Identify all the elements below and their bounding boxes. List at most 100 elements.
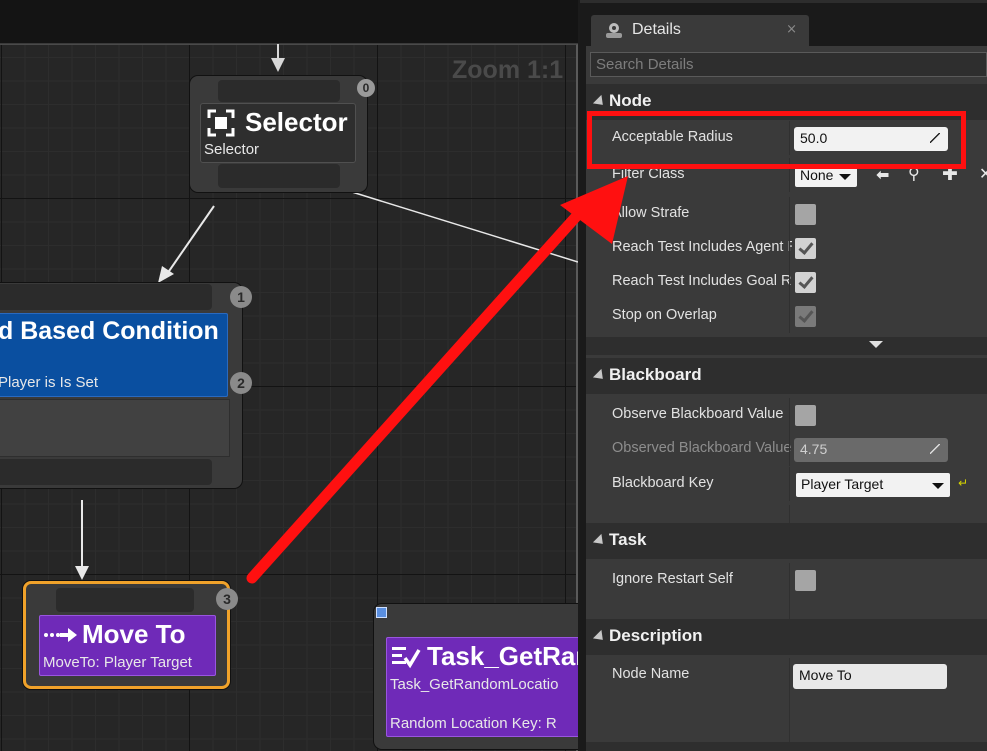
execution-order-badge: 3: [216, 588, 238, 610]
breakpoint-icon: [376, 607, 387, 618]
blackboard-key-label: Blackboard Key: [612, 475, 714, 491]
row-reach-test-agent: Reach Test Includes Agent Radius: [586, 231, 987, 265]
reach-test-agent-checkbox[interactable]: [795, 238, 816, 259]
advanced-expand-bar[interactable]: [586, 337, 987, 355]
chevron-down-icon: [932, 483, 944, 489]
collapse-arrow-icon: [592, 533, 608, 549]
input-pin[interactable]: [56, 588, 194, 612]
ignore-restart-self-checkbox[interactable]: [795, 570, 816, 591]
chevron-down-icon: [839, 174, 851, 180]
close-tab-button[interactable]: ×: [786, 22, 797, 37]
task-title: Task_GetRan: [427, 641, 578, 671]
row-reach-test-goal: Reach Test Includes Goal Radius: [586, 265, 987, 299]
observed-tolerance-label: Observed Blackboard Value Tolerance: [612, 440, 792, 456]
row-blackboard-key: Blackboard Key Player Target ↵: [586, 467, 987, 501]
node-name-input[interactable]: Move To: [793, 664, 947, 689]
move-to-title: Move To: [82, 619, 186, 649]
move-to-subtitle: MoveTo: Player Target: [43, 654, 192, 671]
search-details-input[interactable]: Search Details: [590, 52, 987, 77]
stop-on-overlap-label: Stop on Overlap: [612, 307, 717, 323]
move-to-node-body: Move To MoveTo: Player Target: [39, 615, 216, 676]
ignore-restart-self-label: Ignore Restart Self: [612, 571, 733, 587]
row-divider: [789, 231, 790, 265]
task-node-body: Task_GetRan Task_GetRandomLocatio Random…: [386, 637, 578, 737]
allow-strafe-label: Allow Strafe: [612, 205, 690, 221]
selector-icon: [207, 109, 235, 137]
clear-icon[interactable]: ✕: [979, 164, 987, 183]
details-tab-label: Details: [632, 21, 681, 38]
task-icon: [392, 647, 421, 669]
blackboard-key-dropdown[interactable]: Player Target: [796, 473, 950, 497]
selector-node-body: Selector Selector: [200, 103, 356, 163]
task-get-random-location-node[interactable]: Task_GetRan Task_GetRandomLocatio Random…: [374, 604, 578, 749]
condition-lower-section: [0, 399, 230, 457]
row-stop-on-overlap: Stop on Overlap: [586, 299, 987, 333]
move-to-node[interactable]: Move To MoveTo: Player Target 3: [23, 581, 238, 689]
row-divider: [789, 299, 790, 333]
category-task[interactable]: Task: [586, 523, 987, 559]
category-blackboard[interactable]: Blackboard: [586, 358, 987, 394]
drag-resize-icon[interactable]: [930, 444, 940, 454]
editor-root: Zoom 1:1 Selector Selector 0 d Based Con…: [0, 0, 987, 751]
collapse-arrow-icon: [592, 629, 608, 645]
reach-test-goal-label: Reach Test Includes Goal Radius: [612, 273, 792, 289]
condition-node-body: d Based Condition Player is Is Set: [0, 313, 228, 397]
filter-class-value: None: [800, 167, 834, 183]
observed-tolerance-value: 4.75: [800, 441, 828, 457]
output-pin[interactable]: [0, 459, 212, 485]
input-pin[interactable]: [218, 80, 340, 102]
move-to-icon: [44, 628, 77, 642]
row-divider: [789, 432, 790, 466]
row-divider: [789, 692, 790, 742]
collapse-arrow-icon: [592, 368, 608, 384]
row-divider: [789, 563, 790, 597]
row-observed-tolerance: Observed Blackboard Value Tolerance 4.75: [586, 432, 987, 466]
details-footer: [586, 742, 987, 751]
selector-node[interactable]: Selector Selector 0: [190, 76, 375, 192]
node-name-label: Node Name: [612, 666, 690, 682]
row-divider: [789, 398, 790, 432]
highlight-box-annotation: [587, 111, 966, 169]
task-subtitle: Task_GetRandomLocatio: [390, 676, 559, 693]
decorator-order-badge: 2: [230, 372, 252, 394]
allow-strafe-checkbox[interactable]: [795, 204, 816, 225]
task-key-detail: Random Location Key: R: [390, 715, 557, 732]
input-pin[interactable]: [0, 284, 212, 310]
details-tab[interactable]: Details ×: [591, 15, 809, 49]
execution-order-badge: 0: [357, 79, 375, 97]
reach-test-agent-label: Reach Test Includes Agent Radius: [612, 239, 792, 255]
category-blackboard-label: Blackboard: [609, 365, 702, 384]
observe-blackboard-value-checkbox[interactable]: [795, 405, 816, 426]
condition-title: d Based Condition: [0, 317, 219, 345]
observe-blackboard-value-label: Observe Blackboard Value: [612, 406, 784, 422]
condition-subtitle: Player is Is Set: [0, 374, 99, 391]
category-task-label: Task: [609, 530, 647, 549]
behavior-tree-graph[interactable]: Zoom 1:1 Selector Selector 0 d Based Con…: [0, 0, 578, 751]
row-divider: [789, 597, 790, 619]
row-allow-strafe: Allow Strafe: [586, 197, 987, 231]
node-name-value: Move To: [799, 667, 852, 683]
category-description[interactable]: Description: [586, 619, 987, 655]
details-icon: [606, 23, 622, 38]
row-node-name: Node Name Move To: [586, 658, 987, 692]
row-divider: [789, 197, 790, 231]
selector-subtitle: Selector: [204, 141, 260, 158]
row-divider: [789, 505, 790, 523]
reset-to-default-icon[interactable]: ↵: [958, 476, 968, 490]
row-divider: [789, 467, 790, 501]
expand-advanced-icon: [869, 341, 883, 348]
category-node-label: Node: [609, 91, 652, 110]
execution-order-badge: 1: [230, 286, 252, 308]
observed-tolerance-input[interactable]: 4.75: [794, 438, 948, 462]
details-tab-bar: Details ×: [580, 0, 987, 49]
reach-test-goal-checkbox[interactable]: [795, 272, 816, 293]
stop-on-overlap-checkbox[interactable]: [795, 306, 816, 327]
row-observe-blackboard-value: Observe Blackboard Value: [586, 398, 987, 432]
blackboard-key-value: Player Target: [801, 476, 884, 492]
row-divider: [789, 265, 790, 299]
row-divider: [789, 658, 790, 692]
blackboard-condition-node[interactable]: d Based Condition Player is Is Set 1 2: [0, 283, 252, 488]
output-pin[interactable]: [218, 164, 340, 188]
selector-title: Selector: [245, 107, 348, 137]
category-description-label: Description: [609, 626, 703, 645]
